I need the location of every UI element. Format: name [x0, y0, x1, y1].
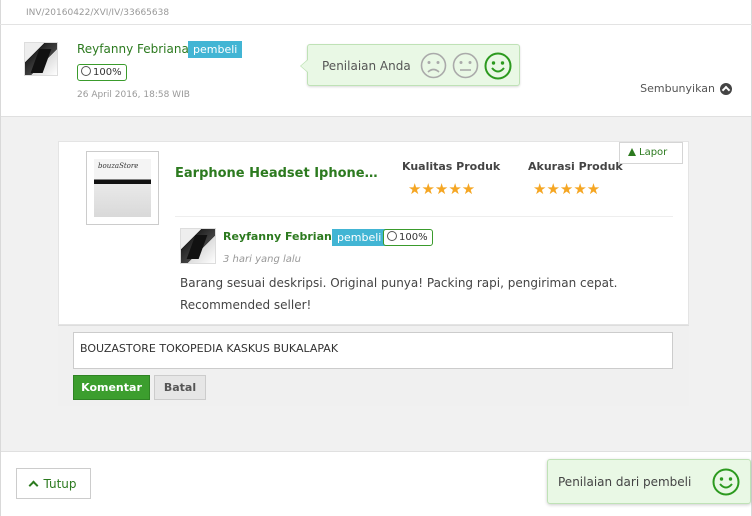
- review-date: 26 April 2016, 18:58 WIB: [77, 90, 190, 100]
- review-text: Barang sesuai deskripsi. Original punya!…: [180, 276, 618, 312]
- your-rating-label: Penilaian Anda: [322, 59, 411, 73]
- accuracy-stars: ★★★★★: [533, 180, 601, 198]
- comment-button[interactable]: Komentar: [73, 375, 150, 400]
- happy-face-icon: [712, 468, 740, 496]
- divider: [0, 24, 752, 25]
- neutral-face-icon[interactable]: [452, 52, 479, 79]
- reviewer-role-badge: pembeli: [332, 229, 387, 246]
- circle-chevron-up-icon: [720, 82, 732, 95]
- invoice-number: INV/20160422/XVI/IV/33665638: [26, 8, 170, 18]
- accuracy-label: Akurasi Produk: [528, 160, 623, 173]
- reviewer-name[interactable]: Reyfanny Febriana: [223, 230, 339, 243]
- seller-rating-label: Penilaian dari pembeli: [558, 475, 692, 489]
- chevron-up-icon: [29, 480, 39, 491]
- smiley-icon: [81, 66, 91, 76]
- cancel-button[interactable]: Batal: [154, 375, 206, 400]
- divider: [175, 216, 673, 217]
- buyer-avatar[interactable]: [24, 42, 58, 76]
- report-button[interactable]: Lapor: [619, 142, 683, 164]
- buyer-name[interactable]: Reyfanny Febriana: [77, 42, 189, 56]
- warning-icon: [628, 148, 636, 156]
- close-button[interactable]: Tutup: [16, 468, 91, 499]
- reviewer-reputation-badge[interactable]: 100%: [383, 229, 433, 246]
- your-rating-bubble: Penilaian Anda: [300, 44, 520, 86]
- quality-label: Kualitas Produk: [402, 160, 501, 173]
- buyer-role-badge: pembeli: [188, 41, 243, 58]
- sad-face-icon[interactable]: [420, 52, 447, 79]
- product-title[interactable]: Earphone Headset Iphone 5 ,...: [175, 166, 381, 181]
- product-image[interactable]: bouzaStore: [86, 151, 159, 225]
- smiley-icon: [387, 231, 397, 241]
- buyer-reputation-badge[interactable]: 100%: [77, 64, 127, 81]
- happy-face-icon[interactable]: [484, 52, 512, 80]
- quality-stars: ★★★★★: [408, 180, 476, 198]
- review-time-ago: 3 hari yang lalu: [223, 254, 302, 265]
- seller-rating-box: Penilaian dari pembeli: [547, 459, 751, 504]
- reply-textarea[interactable]: BOUZASTORE TOKOPEDIA KASKUS BUKALAPAK: [73, 332, 673, 369]
- hide-link[interactable]: Sembunyikan: [640, 82, 732, 95]
- reviewer-avatar[interactable]: [180, 228, 216, 264]
